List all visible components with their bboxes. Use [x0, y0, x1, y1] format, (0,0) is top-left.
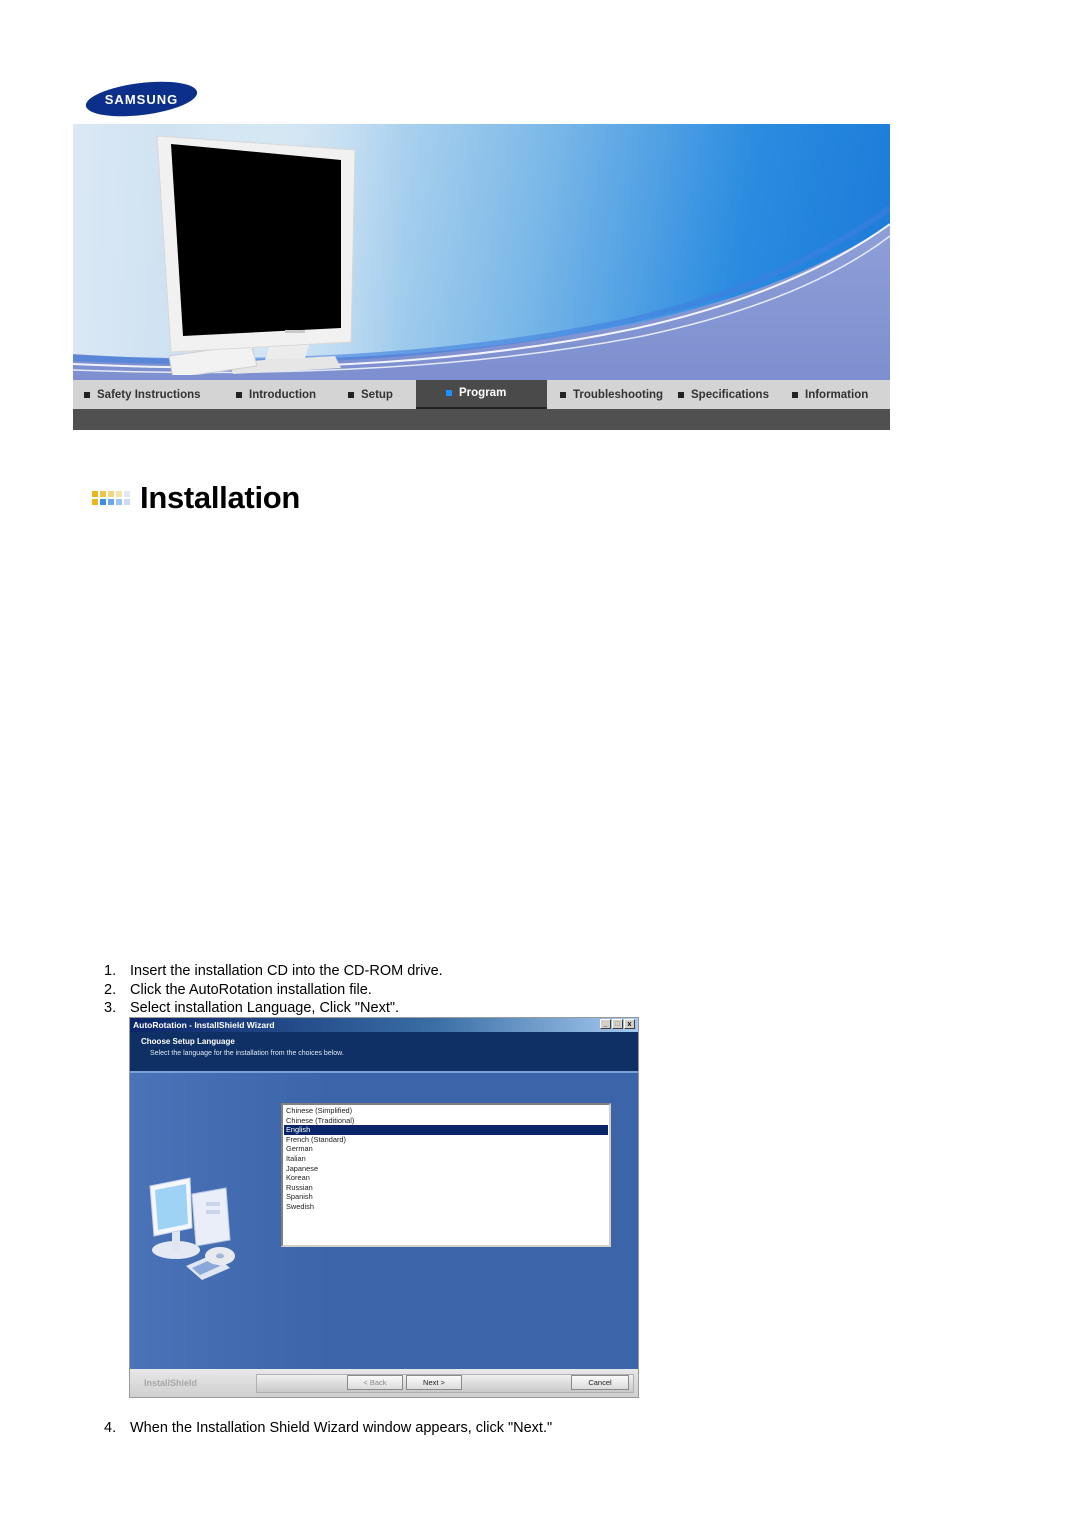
nav-introduction[interactable]: Introduction [230, 380, 342, 409]
wizard-header-title: Choose Setup Language [141, 1037, 235, 1046]
steps-list: 1. Insert the installation CD into the CD… [104, 962, 443, 1018]
wizard-body: Chinese (Simplified) Chinese (Traditional… [130, 1073, 638, 1369]
close-icon[interactable]: x [624, 1019, 635, 1029]
nav-troubleshooting[interactable]: Troubleshooting [547, 380, 673, 409]
monitor-image [156, 135, 356, 375]
minimize-icon[interactable]: _ [600, 1019, 611, 1029]
nav-label: Safety Instructions [97, 388, 201, 401]
nav-program[interactable]: Program [416, 380, 547, 409]
wizard-header: Choose Setup Language Select the languag… [130, 1032, 638, 1073]
nav-information[interactable]: Information [787, 380, 890, 409]
installshield-brand: InstallShield [144, 1378, 198, 1388]
step-item: 4. When the Installation Shield Wizard w… [104, 1420, 553, 1436]
language-option[interactable]: French (Standard) [284, 1135, 608, 1145]
installshield-wizard-window: AutoRotation - InstallShield Wizard _ □ … [129, 1017, 639, 1398]
nav-setup[interactable]: Setup [342, 380, 416, 409]
step-item: 3. Select installation Language, Click "N… [104, 1000, 400, 1016]
bullet-icon [446, 390, 452, 396]
nav-label: Information [805, 388, 869, 401]
nav-label: Introduction [249, 388, 317, 401]
language-option[interactable]: Swedish [284, 1202, 608, 1212]
back-button[interactable]: < Back [347, 1374, 403, 1390]
nav-label: Specifications [691, 388, 769, 401]
nav-label: Setup [361, 388, 393, 401]
bullet-icon [678, 391, 684, 398]
bullet-icon [792, 391, 798, 398]
bullet-icon [560, 391, 566, 398]
main-nav: Safety Instructions Introduction Setup P… [73, 380, 890, 409]
language-option[interactable]: German [284, 1144, 608, 1154]
computer-icon [149, 1177, 235, 1280]
language-listbox[interactable]: Chinese (Simplified) Chinese (Traditional… [281, 1103, 611, 1247]
wizard-titlebar: AutoRotation - InstallShield Wizard _ □ … [130, 1018, 638, 1032]
next-button[interactable]: Next > [406, 1374, 462, 1390]
wizard-footer: InstallShield < Back Next > Cancel [130, 1369, 638, 1397]
logo-text: SAMSUNG [105, 92, 178, 107]
language-option[interactable]: Italian [284, 1154, 608, 1164]
nav-safety-instructions[interactable]: Safety Instructions [73, 380, 230, 409]
nav-label: Troubleshooting [573, 388, 664, 401]
heading-dots-icon [92, 491, 130, 505]
maximize-icon[interactable]: □ [612, 1019, 623, 1029]
language-option[interactable]: Russian [284, 1183, 608, 1193]
hero-banner [73, 124, 890, 380]
sub-nav-bar [73, 409, 890, 430]
language-option[interactable]: Korean [284, 1173, 608, 1183]
bullet-icon [348, 391, 354, 398]
page-title: Installation [140, 480, 301, 515]
step-item: 2. Click the AutoRotation installation fi… [104, 981, 372, 998]
language-option[interactable]: Chinese (Simplified) [284, 1106, 608, 1116]
button-bar: < Back Next > Cancel [256, 1373, 634, 1393]
nav-specifications[interactable]: Specifications [673, 380, 787, 409]
language-option[interactable]: Chinese (Traditional) [284, 1116, 608, 1126]
bullet-icon [84, 391, 90, 398]
bullet-icon [236, 391, 242, 398]
wizard-header-subtitle: Select the language for the installation… [150, 1050, 344, 1057]
wizard-title: AutoRotation - InstallShield Wizard [133, 1020, 275, 1030]
section-heading: Installation [92, 480, 300, 516]
language-option[interactable]: English [284, 1125, 608, 1135]
samsung-logo: SAMSUNG [85, 81, 198, 117]
language-option[interactable]: Spanish [284, 1192, 608, 1202]
language-option[interactable]: Japanese [284, 1164, 608, 1174]
nav-label: Program [459, 387, 507, 399]
step-item: 1. Insert the installation CD into the CD… [104, 963, 443, 979]
cancel-button[interactable]: Cancel [571, 1374, 629, 1390]
